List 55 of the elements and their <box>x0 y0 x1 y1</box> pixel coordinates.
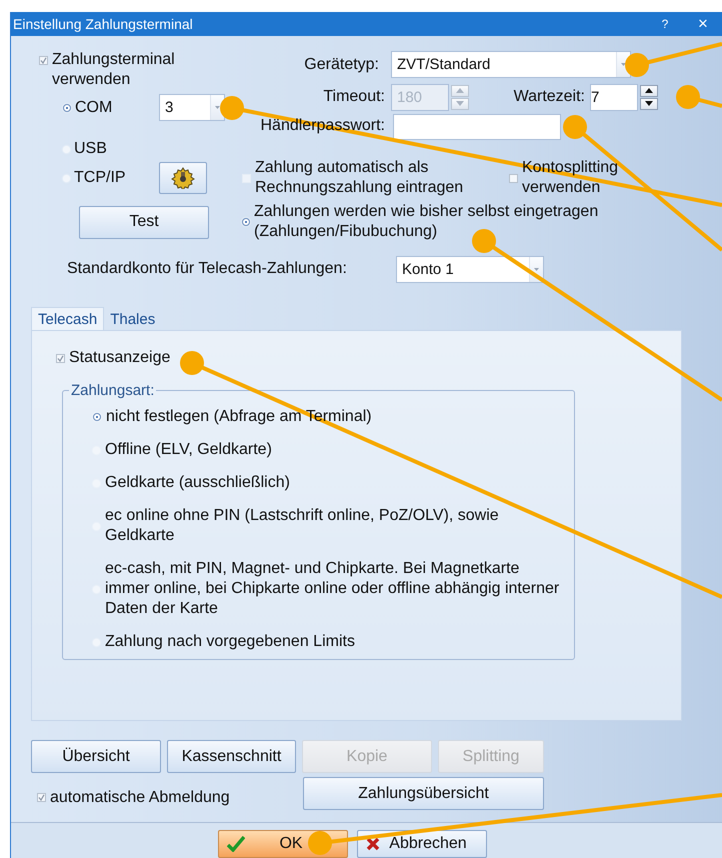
spin-up-button[interactable] <box>640 84 658 96</box>
window-title: Einstellung Zahlungsterminal <box>13 16 194 32</box>
caret-icon <box>534 268 539 270</box>
option-label: ec-cash, mit PIN, Magnet- und Chipkarte. Bei Magnetkarte immer online, bei Chipkarte online oder offline abhängig interner Daten der Karte <box>105 559 560 619</box>
up-arrow-icon <box>456 88 464 93</box>
option-label: USB <box>74 139 107 159</box>
action-button[interactable]: Kassenschnitt <box>167 740 296 773</box>
close-button[interactable]: × <box>684 14 722 34</box>
password-field[interactable] <box>393 114 561 140</box>
test-button[interactable]: Test <box>79 206 209 238</box>
field-label: Timeout: <box>323 88 386 106</box>
field-label: Wartezeit: <box>514 88 586 106</box>
settings-button[interactable] <box>159 162 207 194</box>
checkbox-label: automatische Abmeldung <box>50 788 230 808</box>
action-button[interactable]: Übersicht <box>31 740 161 773</box>
up-arrow-icon <box>645 88 653 93</box>
down-arrow-icon <box>456 101 464 106</box>
option-label: Geldkarte (ausschließlich) <box>105 473 290 493</box>
caret-icon <box>621 63 626 66</box>
check-icon <box>227 836 245 852</box>
field-label: Gerätetyp: <box>304 56 380 74</box>
account-dropdown[interactable]: Konto 1 <box>396 256 544 282</box>
caret-icon <box>215 106 220 109</box>
number-field[interactable]: 7 <box>590 84 638 110</box>
option-label: Zahlung nach vorgegebenen Limits <box>105 632 355 652</box>
option-label: ec online ohne PIN (Lastschrift online, PoZ/OLV), sowie Geldkarte <box>105 506 499 546</box>
radio-button[interactable] <box>93 413 101 421</box>
field-label: Standardkonto für Telecash-Zahlungen: <box>67 260 347 278</box>
gear-icon <box>171 167 195 189</box>
spin-down-button[interactable] <box>640 98 658 110</box>
radio-button[interactable] <box>63 174 70 182</box>
option-label: Zahlungen werden wie bisher selbst eingetragen (Zahlungen/Fibubuchung) <box>254 202 598 242</box>
radio-button[interactable] <box>242 218 250 226</box>
option-label: Offline (ELV, Geldkarte) <box>105 440 272 460</box>
cancel-button[interactable]: Abbrechen <box>357 830 487 858</box>
radio-button[interactable] <box>63 104 71 112</box>
group-label: Zahlungsart: <box>70 382 156 399</box>
checkbox-label: Zahlungsterminal verwenden <box>52 50 175 90</box>
tab[interactable]: Telecash <box>31 307 104 330</box>
port-dropdown[interactable]: 3 <box>159 94 225 121</box>
checkbox[interactable] <box>37 793 46 802</box>
option-label: COM <box>75 98 112 118</box>
cross-icon <box>366 837 380 851</box>
radio-button[interactable] <box>63 146 70 152</box>
checkbox-label: Statusanzeige <box>69 348 170 368</box>
payment-overview-button[interactable]: Zahlungsübersicht <box>303 777 544 810</box>
option-label: TCP/IP <box>74 168 126 188</box>
checkbox-label: Zahlung automatisch als Rechnungszahlung eintragen <box>255 158 464 198</box>
checkbox[interactable] <box>56 354 65 362</box>
checkbox[interactable] <box>509 174 518 182</box>
help-button[interactable]: ? <box>646 17 684 31</box>
device-type-dropdown[interactable]: ZVT/Standard <box>391 51 631 78</box>
down-arrow-icon <box>645 101 653 106</box>
tab[interactable]: Thales <box>104 308 162 330</box>
checkbox[interactable] <box>39 56 48 65</box>
